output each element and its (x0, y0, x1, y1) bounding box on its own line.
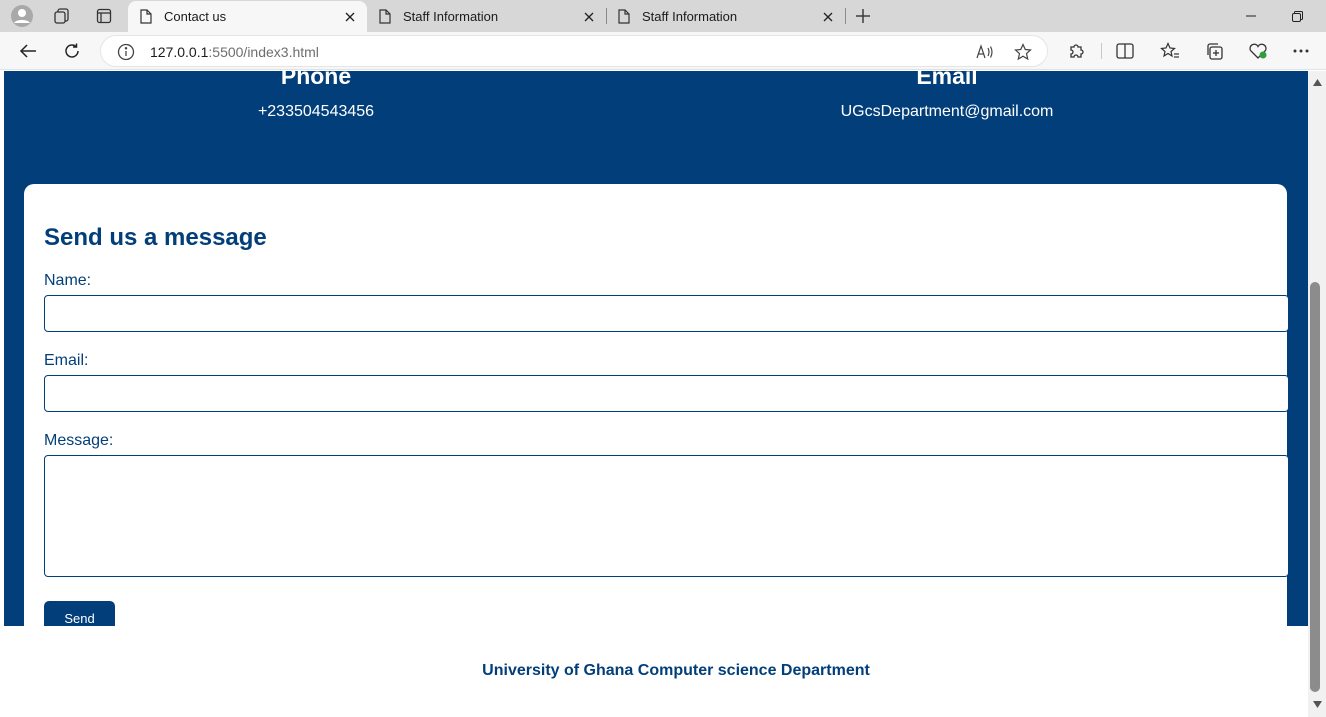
read-aloud-icon[interactable] (976, 43, 994, 61)
message-textarea[interactable] (44, 455, 1289, 577)
tab-title: Staff Information (403, 9, 499, 24)
close-icon[interactable] (817, 6, 839, 28)
workspaces-icon[interactable] (48, 4, 76, 28)
collections-icon[interactable] (1204, 41, 1224, 61)
page-icon (140, 9, 154, 25)
new-tab-icon[interactable] (849, 4, 877, 28)
site-info-icon[interactable] (117, 43, 135, 61)
email-input[interactable] (44, 375, 1289, 412)
tab-actions-icon[interactable] (90, 4, 118, 28)
phone-heading: Phone (280, 71, 352, 89)
close-icon[interactable] (578, 6, 600, 28)
email-label: Email: (44, 352, 89, 369)
message-label: Message: (44, 432, 114, 449)
toolbar-separator (1101, 43, 1102, 59)
scrollbar-thumb[interactable] (1310, 282, 1320, 692)
page-icon (379, 9, 393, 25)
extensions-icon[interactable] (1067, 41, 1087, 61)
page-viewport: Phone +233504543456 Email UGcsDepartment… (0, 71, 1308, 717)
browser-essentials-icon[interactable] (1248, 41, 1268, 61)
message-form-card: Send us a message Name: Email: Message: … (24, 184, 1289, 644)
phone-block: Phone +233504543456 (216, 71, 416, 121)
page-icon (618, 9, 632, 25)
url-text: 127.0.0.1:5500/index3.html (150, 44, 319, 60)
tab-staff-information[interactable]: Staff Information (367, 1, 606, 32)
more-menu-icon[interactable] (1291, 41, 1311, 61)
tab-contact-us[interactable]: Contact us (128, 1, 367, 32)
minimize-icon[interactable] (1228, 0, 1274, 32)
email-value: UGcsDepartment@gmail.com (840, 103, 1054, 120)
name-label: Name: (44, 272, 92, 289)
restore-icon[interactable] (1274, 0, 1320, 32)
scroll-down-arrow-icon[interactable] (1312, 699, 1322, 709)
browser-toolbar: 127.0.0.1:5500/index3.html (0, 32, 1326, 70)
favorite-star-icon[interactable] (1014, 43, 1032, 61)
refresh-icon[interactable] (57, 37, 87, 65)
scroll-up-arrow-icon[interactable] (1312, 77, 1322, 87)
page-footer: University of Ghana Computer science Dep… (4, 626, 1308, 717)
tab-title: Staff Information (642, 9, 738, 24)
vertical-scrollbar[interactable] (1308, 71, 1326, 717)
email-heading: Email (916, 71, 978, 89)
split-screen-icon[interactable] (1115, 41, 1135, 61)
back-arrow-icon[interactable] (13, 37, 43, 65)
phone-value: +233504543456 (257, 103, 375, 120)
tab-staff-information[interactable]: Staff Information (606, 1, 845, 32)
close-icon[interactable] (339, 6, 361, 28)
tab-title: Contact us (164, 9, 227, 24)
email-block: Email UGcsDepartment@gmail.com (797, 71, 1097, 121)
name-input[interactable] (44, 295, 1289, 332)
tab-bar: Contact us Staff Information Staff Infor… (0, 0, 1326, 32)
tab-separator (845, 8, 846, 24)
form-heading: Send us a message (44, 224, 267, 251)
address-bar[interactable]: 127.0.0.1:5500/index3.html (100, 35, 1048, 67)
profile-icon[interactable] (8, 4, 36, 28)
footer-text: University of Ghana Computer science Dep… (482, 662, 870, 679)
favorites-icon[interactable] (1160, 41, 1180, 61)
